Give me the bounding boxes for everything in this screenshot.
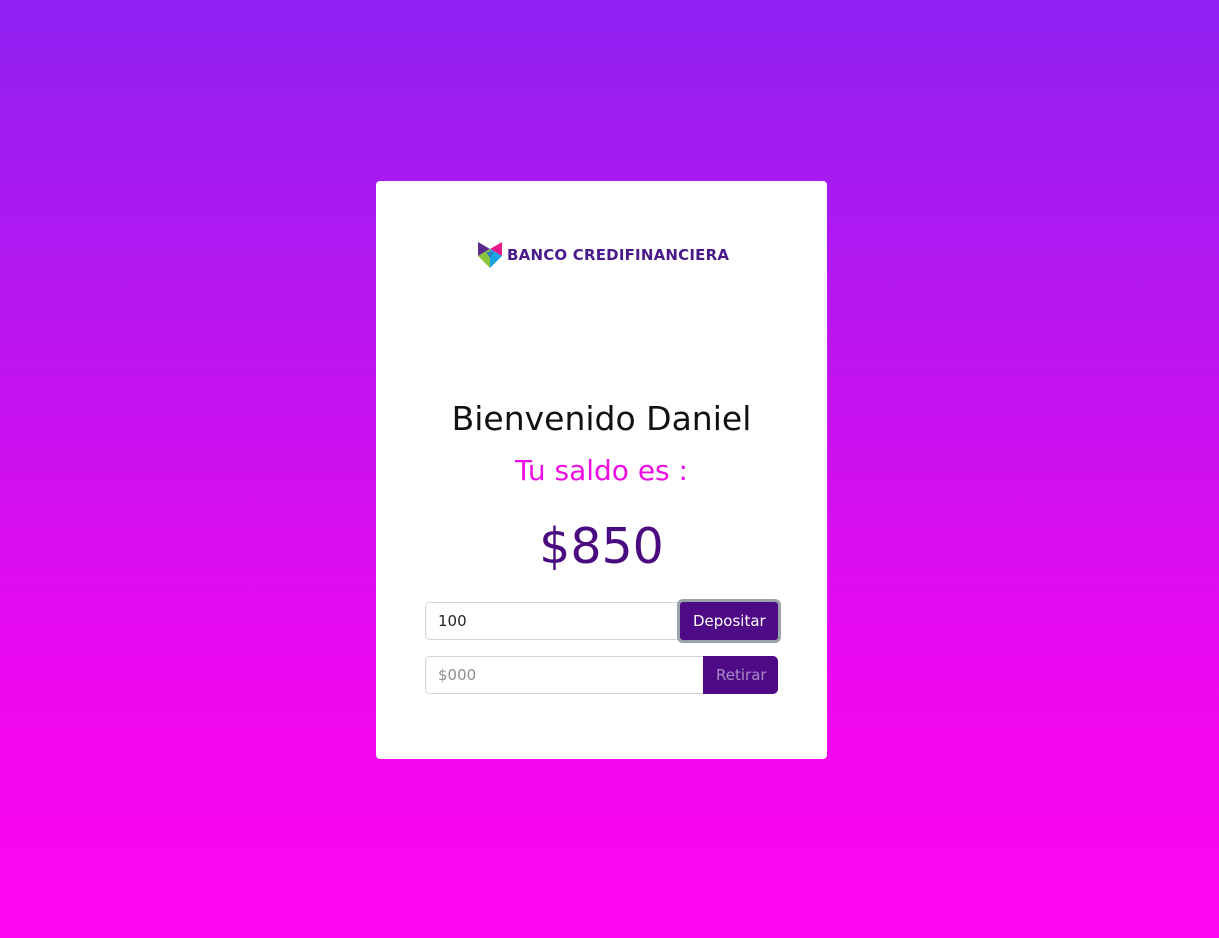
deposit-button[interactable]: Depositar [680,602,778,640]
withdraw-button[interactable]: Retirar [703,656,778,694]
welcome-heading: Bienvenido Daniel [451,399,752,438]
account-card: BANCO CREDIFINANCIERA Bienvenido Daniel … [376,181,827,759]
deposit-group: Depositar [425,602,778,640]
withdraw-group: Retirar [425,656,778,694]
bank-logo-text: BANCO CREDIFINANCIERA [507,246,730,264]
withdraw-amount-input[interactable] [425,656,703,694]
balance-label: Tu saldo es : [515,454,688,487]
deposit-amount-input[interactable] [425,602,680,640]
bank-logo-mark-icon [478,242,502,268]
bank-logo: BANCO CREDIFINANCIERA [475,240,729,270]
balance-amount: $850 [539,518,664,575]
